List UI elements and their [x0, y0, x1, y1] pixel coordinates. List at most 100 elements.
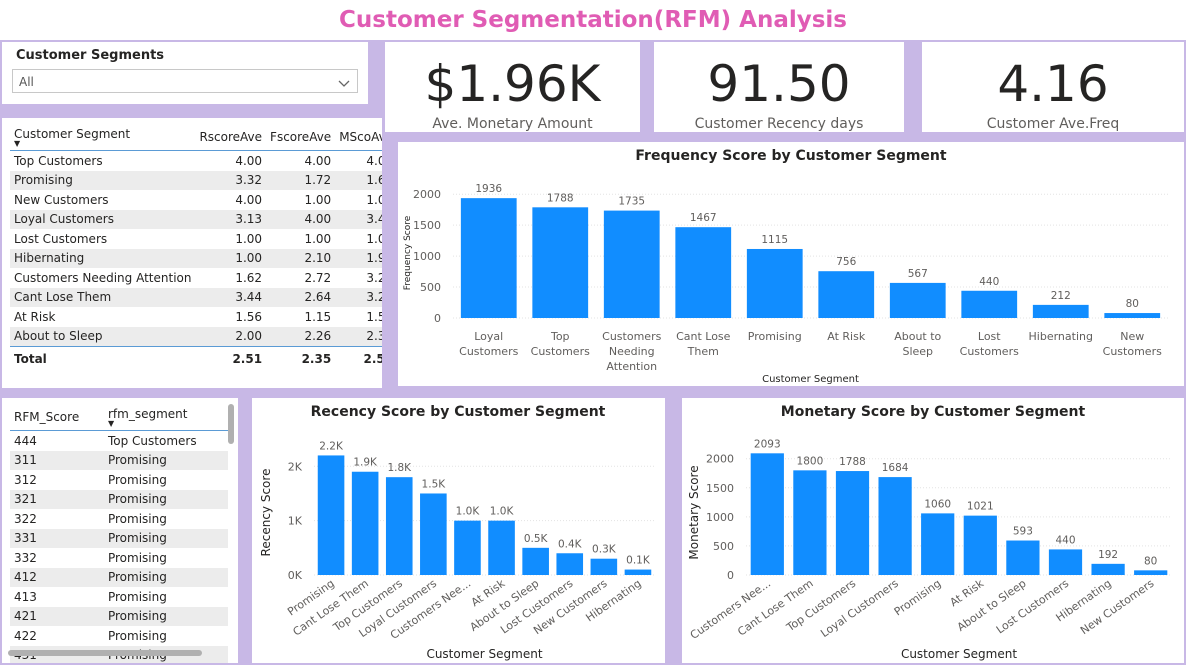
table-cell: 332 — [14, 550, 37, 565]
table-cell: 1.00 — [235, 231, 263, 246]
x-tick-label-line: Needing — [609, 345, 655, 358]
table-row[interactable]: 322 Promising — [10, 509, 228, 529]
chart-title: Frequency Score by Customer Segment — [635, 148, 947, 164]
sort-down-icon[interactable]: ▼ — [14, 140, 191, 148]
y-tick-label: 1000 — [413, 250, 441, 263]
table-row[interactable]: 422 Promising — [10, 626, 228, 646]
table-total-row: Total2.512.352.50 — [10, 346, 382, 369]
y-tick-label: 1K — [288, 515, 303, 528]
kpi-label: Customer Ave.Freq — [986, 116, 1120, 132]
x-axis-label: Customer Segment — [762, 374, 859, 385]
segment-dropdown[interactable]: All — [12, 69, 358, 93]
table-cell: 4.00 — [235, 153, 263, 168]
table-row[interactable]: About to Sleep2.002.262.36 — [10, 326, 382, 347]
x-tick-label-line: Customers — [459, 345, 518, 358]
bar — [532, 207, 589, 318]
table-cell: Promising — [103, 528, 228, 548]
table-row[interactable]: 321 Promising — [10, 489, 228, 509]
column-header[interactable]: FscoreAve — [266, 124, 336, 151]
kpi-label: Customer Recency days — [694, 116, 864, 132]
segment-slicer: Customer Segments All — [2, 42, 368, 104]
table-cell: 2.64 — [266, 287, 336, 307]
table-row[interactable]: 421 Promising — [10, 606, 228, 626]
column-header[interactable]: rfm_segment ▼ — [103, 404, 228, 431]
table-cell: 1.00 — [304, 192, 332, 207]
table-cell: 331 — [10, 528, 104, 548]
table-row[interactable]: 444 Top Customers — [10, 431, 228, 451]
table-cell: Promising — [107, 628, 167, 643]
table-cell: 2.10 — [266, 248, 336, 268]
column-header[interactable]: Customer Segment ▼ — [10, 124, 196, 151]
table-cell: 2.26 — [266, 326, 336, 347]
table-cell: 1.00 — [304, 231, 332, 246]
x-tick-label: Cant Lose Them — [735, 577, 815, 639]
table-row[interactable]: Top Customers 4.00 4.00 4.00 — [10, 151, 382, 171]
table-cell: At Risk — [14, 309, 56, 324]
sort-down-icon[interactable]: ▼ — [108, 420, 224, 428]
chevron-down-icon[interactable] — [331, 70, 351, 94]
table-row[interactable]: 413 Promising — [10, 587, 228, 607]
table-row[interactable]: Promising3.321.721.64 — [10, 170, 382, 190]
frequency-chart-panel: Frequency Score by Customer Segment 0 500 1… — [398, 142, 1184, 386]
table-cell: Cant Lose Them — [10, 287, 196, 307]
data-label: 593 — [1013, 526, 1033, 538]
horizontal-scrollbar[interactable] — [8, 650, 202, 656]
table-cell: Promising — [107, 589, 167, 604]
x-tick-label-line: Customers — [531, 345, 590, 358]
table-cell: 3.44 — [195, 287, 267, 307]
data-label: 0.5K — [524, 533, 549, 545]
bar — [317, 455, 345, 575]
bar — [675, 227, 732, 318]
bar — [1048, 549, 1083, 575]
table-row[interactable]: 312 Promising — [10, 470, 228, 490]
table-cell: 3.28 — [366, 270, 382, 285]
bar — [556, 553, 584, 575]
table-cell: 413 — [14, 589, 37, 604]
table-cell: 3.48 — [335, 209, 382, 229]
table-cell: 1.62 — [235, 270, 263, 285]
table-row[interactable]: 332 Promising — [10, 548, 228, 568]
table-cell: Customers Needing Attention — [14, 270, 192, 285]
column-header[interactable]: MScoAve — [335, 124, 382, 151]
table-row[interactable]: 331 Promising — [10, 528, 228, 548]
x-tick-label-line: Attention — [606, 360, 657, 373]
x-tick-label: Hibernating — [1029, 330, 1093, 343]
table-row[interactable]: At Risk 1.56 1.15 1.56 — [10, 307, 382, 327]
table-row[interactable]: Customers Needing Attention 1.62 2.72 3.28 — [10, 268, 382, 288]
rfm-score-table-panel: RFM_Score rfm_segment ▼ 444 Top Customers 3… — [2, 398, 238, 663]
table-row[interactable]: 412 Promising — [10, 567, 228, 587]
kpi-value: $1.96K — [424, 55, 601, 113]
bar — [961, 290, 1018, 318]
column-header[interactable]: RscoreAve — [195, 124, 267, 151]
table-row[interactable]: Lost Customers 1.00 1.00 1.00 — [10, 229, 382, 249]
data-label: 80 — [1144, 555, 1157, 567]
x-tick-label-line: Lost — [978, 330, 1001, 343]
y-axis-label: Frequency Score — [403, 215, 413, 290]
x-tick-label: Lost Customers — [994, 577, 1072, 637]
dashboard-title-bar: Customer Segmentation(RFM) Analysis — [0, 0, 1186, 40]
data-label: 756 — [836, 256, 856, 268]
x-tick-label-line: Promising — [748, 330, 802, 343]
total-cell: 2.50 — [335, 346, 382, 369]
y-axis-label: Recency Score — [259, 469, 273, 557]
table-row[interactable]: 311 Promising — [10, 450, 228, 470]
x-tick-label-line: Sleep — [902, 345, 933, 358]
y-tick-label: 500 — [713, 540, 734, 553]
table-row[interactable]: Hibernating1.002.101.90 — [10, 248, 382, 268]
data-label: 1788 — [839, 456, 866, 468]
x-tick-label: At Risk — [827, 330, 866, 343]
bar — [624, 569, 652, 575]
column-header[interactable]: RFM_Score — [10, 404, 104, 431]
table-row[interactable]: Cant Lose Them3.442.643.24 — [10, 287, 382, 307]
x-tick-label: New Customers — [1078, 577, 1157, 638]
table-row[interactable]: Loyal Customers3.134.003.48 — [10, 209, 382, 229]
table-cell: Top Customers — [14, 153, 103, 168]
rfm-score-table: RFM_Score rfm_segment ▼ 444 Top Customers 3… — [10, 404, 228, 663]
table-cell: 2.72 — [304, 270, 332, 285]
vertical-scrollbar[interactable] — [228, 404, 234, 444]
bar — [750, 453, 784, 575]
chart-title: Recency Score by Customer Segment — [311, 404, 606, 420]
data-label: 1.5K — [422, 478, 447, 490]
x-tick-label: Loyal Customers — [818, 577, 901, 640]
table-row[interactable]: New Customers 4.00 1.00 1.00 — [10, 190, 382, 210]
